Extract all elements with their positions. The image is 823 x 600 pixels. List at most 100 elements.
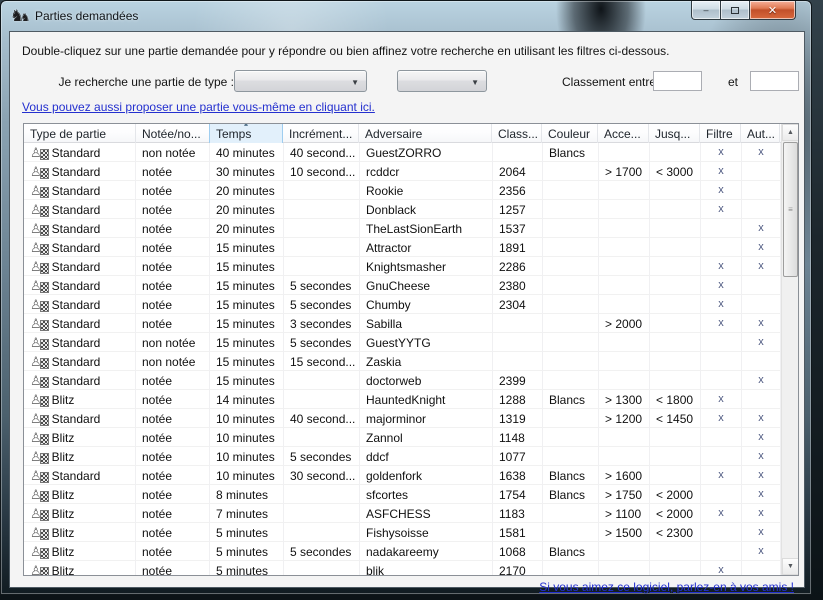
cell-class: 1148	[493, 428, 543, 447]
cell-adversaire: Fishysoisse	[360, 523, 493, 542]
header-cell-3[interactable]: Incrément...	[283, 124, 359, 143]
table-row[interactable]: ♙Standardnotée10 minutes30 second...gold…	[24, 466, 781, 485]
table-row[interactable]: ♙Blitznotée5 minutes5 secondesnadakareem…	[24, 542, 781, 561]
cell-jusq	[650, 447, 701, 466]
cell-couleur	[543, 409, 599, 428]
cell-acce	[599, 428, 650, 447]
table-row[interactable]: ♙Blitznotée7 minutesASFCHESS1183> 1100< …	[24, 504, 781, 523]
cell-noteno: notée	[136, 466, 210, 485]
cell-filtre	[701, 485, 742, 504]
header-cell-10[interactable]: Aut...	[741, 124, 780, 143]
cell-noteno: notée	[136, 314, 210, 333]
game-type-label: Standard	[52, 469, 101, 483]
sort-ascending-icon: ▴	[244, 124, 248, 128]
cell-typedepartie: ♙Blitz	[24, 542, 136, 561]
cell-filtre: x	[701, 143, 742, 162]
header-cell-0[interactable]: Type de partie	[24, 124, 136, 143]
table-row[interactable]: ♙Standardnotée10 minutes40 second...majo…	[24, 409, 781, 428]
table-row[interactable]: ♙Blitznotée14 minutesHauntedKnight1288Bl…	[24, 390, 781, 409]
table-row[interactable]: ♙Standardnotée15 minutes3 secondesSabill…	[24, 314, 781, 333]
cell-class: 1288	[493, 390, 543, 409]
cell-acce	[599, 561, 650, 575]
chess-piece-icon: ♙	[30, 202, 49, 217]
table-row[interactable]: ♙Standardnotée15 minutesAttractor1891x	[24, 238, 781, 257]
header-label: Notée/no...	[142, 127, 201, 141]
table-row[interactable]: ♙Standardnon notée15 minutes15 second...…	[24, 352, 781, 371]
cell-incrment: 5 secondes	[284, 295, 360, 314]
close-button[interactable]: ✕	[749, 1, 796, 20]
cell-couleur: Blancs	[543, 485, 599, 504]
game-type-label: Blitz	[52, 564, 75, 576]
cell-noteno: notée	[136, 523, 210, 542]
cell-typedepartie: ♙Standard	[24, 333, 136, 352]
cell-aut	[742, 561, 781, 575]
table-row[interactable]: ♙Standardnotée15 minutes5 secondesGnuChe…	[24, 276, 781, 295]
table-row[interactable]: ♙Standardnotée15 minutesKnightsmasher228…	[24, 257, 781, 276]
cell-noteno: notée	[136, 257, 210, 276]
cell-acce: > 1500	[599, 523, 650, 542]
cell-temps: 15 minutes	[210, 257, 284, 276]
table-row[interactable]: ♙Standardnotée20 minutesDonblack1257x	[24, 200, 781, 219]
scroll-down-button[interactable]: ▼	[782, 558, 799, 575]
cell-noteno: notée	[136, 181, 210, 200]
game-type-select[interactable]: ▼	[234, 70, 367, 92]
table-row[interactable]: ♙Standardnotée20 minutesRookie2356x	[24, 181, 781, 200]
cell-incrment: 40 second...	[284, 409, 360, 428]
rating-min-input[interactable]	[653, 71, 702, 91]
header-cell-8[interactable]: Jusq...	[649, 124, 700, 143]
thumb-grip-icon: ≡	[788, 207, 793, 213]
cell-noteno: non notée	[136, 333, 210, 352]
minimize-button[interactable]: –	[691, 1, 721, 20]
scroll-up-button[interactable]: ▲	[782, 124, 799, 141]
chevron-down-icon: ▼	[471, 78, 479, 87]
table-row[interactable]: ♙Blitznotée5 minutesblik2170x	[24, 561, 781, 575]
header-cell-9[interactable]: Filtre	[700, 124, 741, 143]
header-cell-5[interactable]: Class...	[492, 124, 542, 143]
cell-typedepartie: ♙Blitz	[24, 447, 136, 466]
table-row[interactable]: ♙Blitznotée8 minutessfcortes1754Blancs> …	[24, 485, 781, 504]
header-cell-2[interactable]: ▴Temps	[209, 124, 283, 143]
header-cell-6[interactable]: Couleur	[542, 124, 598, 143]
cell-typedepartie: ♙Blitz	[24, 390, 136, 409]
cell-jusq	[650, 200, 701, 219]
header-cell-7[interactable]: Acce...	[598, 124, 649, 143]
share-with-friends-link[interactable]: Si vous aimez ce logiciel, parlez-en à v…	[539, 580, 794, 594]
cell-adversaire: Attractor	[360, 238, 493, 257]
cell-couleur: Blancs	[543, 390, 599, 409]
vertical-scrollbar[interactable]: ▲ ≡ ▼	[781, 124, 798, 575]
chess-piece-icon: ♙	[30, 449, 49, 464]
cell-jusq	[650, 428, 701, 447]
table-row[interactable]: ♙Standardnon notée40 minutes40 second...…	[24, 143, 781, 162]
header-cell-4[interactable]: Adversaire	[359, 124, 492, 143]
game-type-label: Standard	[52, 165, 101, 179]
maximize-button[interactable]	[720, 1, 750, 20]
scrollbar-thumb[interactable]: ≡	[783, 142, 798, 277]
cell-aut: x	[742, 238, 781, 257]
cell-couleur	[543, 276, 599, 295]
table-row[interactable]: ♙Blitznotée10 minutesZannol1148x	[24, 428, 781, 447]
titlebar[interactable]: ♞♞ Parties demandées – ✕	[1, 1, 811, 31]
table-row[interactable]: ♙Blitznotée5 minutesFishysoisse1581> 150…	[24, 523, 781, 542]
game-subtype-select[interactable]: ▼	[397, 70, 487, 92]
table-row[interactable]: ♙Standardnon notée15 minutes5 secondesGu…	[24, 333, 781, 352]
header-label: Class...	[498, 127, 538, 141]
cell-jusq	[650, 333, 701, 352]
table-row[interactable]: ♙Standardnotée20 minutesTheLastSionEarth…	[24, 219, 781, 238]
cell-filtre: x	[701, 390, 742, 409]
cell-adversaire: GnuCheese	[360, 276, 493, 295]
table-row[interactable]: ♙Standardnotée15 minutes5 secondesChumby…	[24, 295, 781, 314]
games-table: Type de partie Notée/no... ▴TempsIncrément…	[24, 124, 781, 575]
rating-max-input[interactable]	[750, 71, 799, 91]
cell-aut	[742, 352, 781, 371]
header-cell-1[interactable]: Notée/no...	[136, 124, 210, 143]
cell-jusq: < 1450	[650, 409, 701, 428]
cell-incrment: 5 secondes	[284, 542, 360, 561]
propose-game-link[interactable]: Vous pouvez aussi proposer une partie vo…	[22, 100, 375, 114]
table-row[interactable]: ♙Blitznotée10 minutes5 secondesddcf1077x	[24, 447, 781, 466]
cell-couleur	[543, 523, 599, 542]
cell-typedepartie: ♙Standard	[24, 257, 136, 276]
cell-typedepartie: ♙Standard	[24, 466, 136, 485]
table-row[interactable]: ♙Standardnotée15 minutesdoctorweb2399x	[24, 371, 781, 390]
cell-noteno: notée	[136, 390, 210, 409]
table-row[interactable]: ♙Standardnotée30 minutes10 second...rcdd…	[24, 162, 781, 181]
